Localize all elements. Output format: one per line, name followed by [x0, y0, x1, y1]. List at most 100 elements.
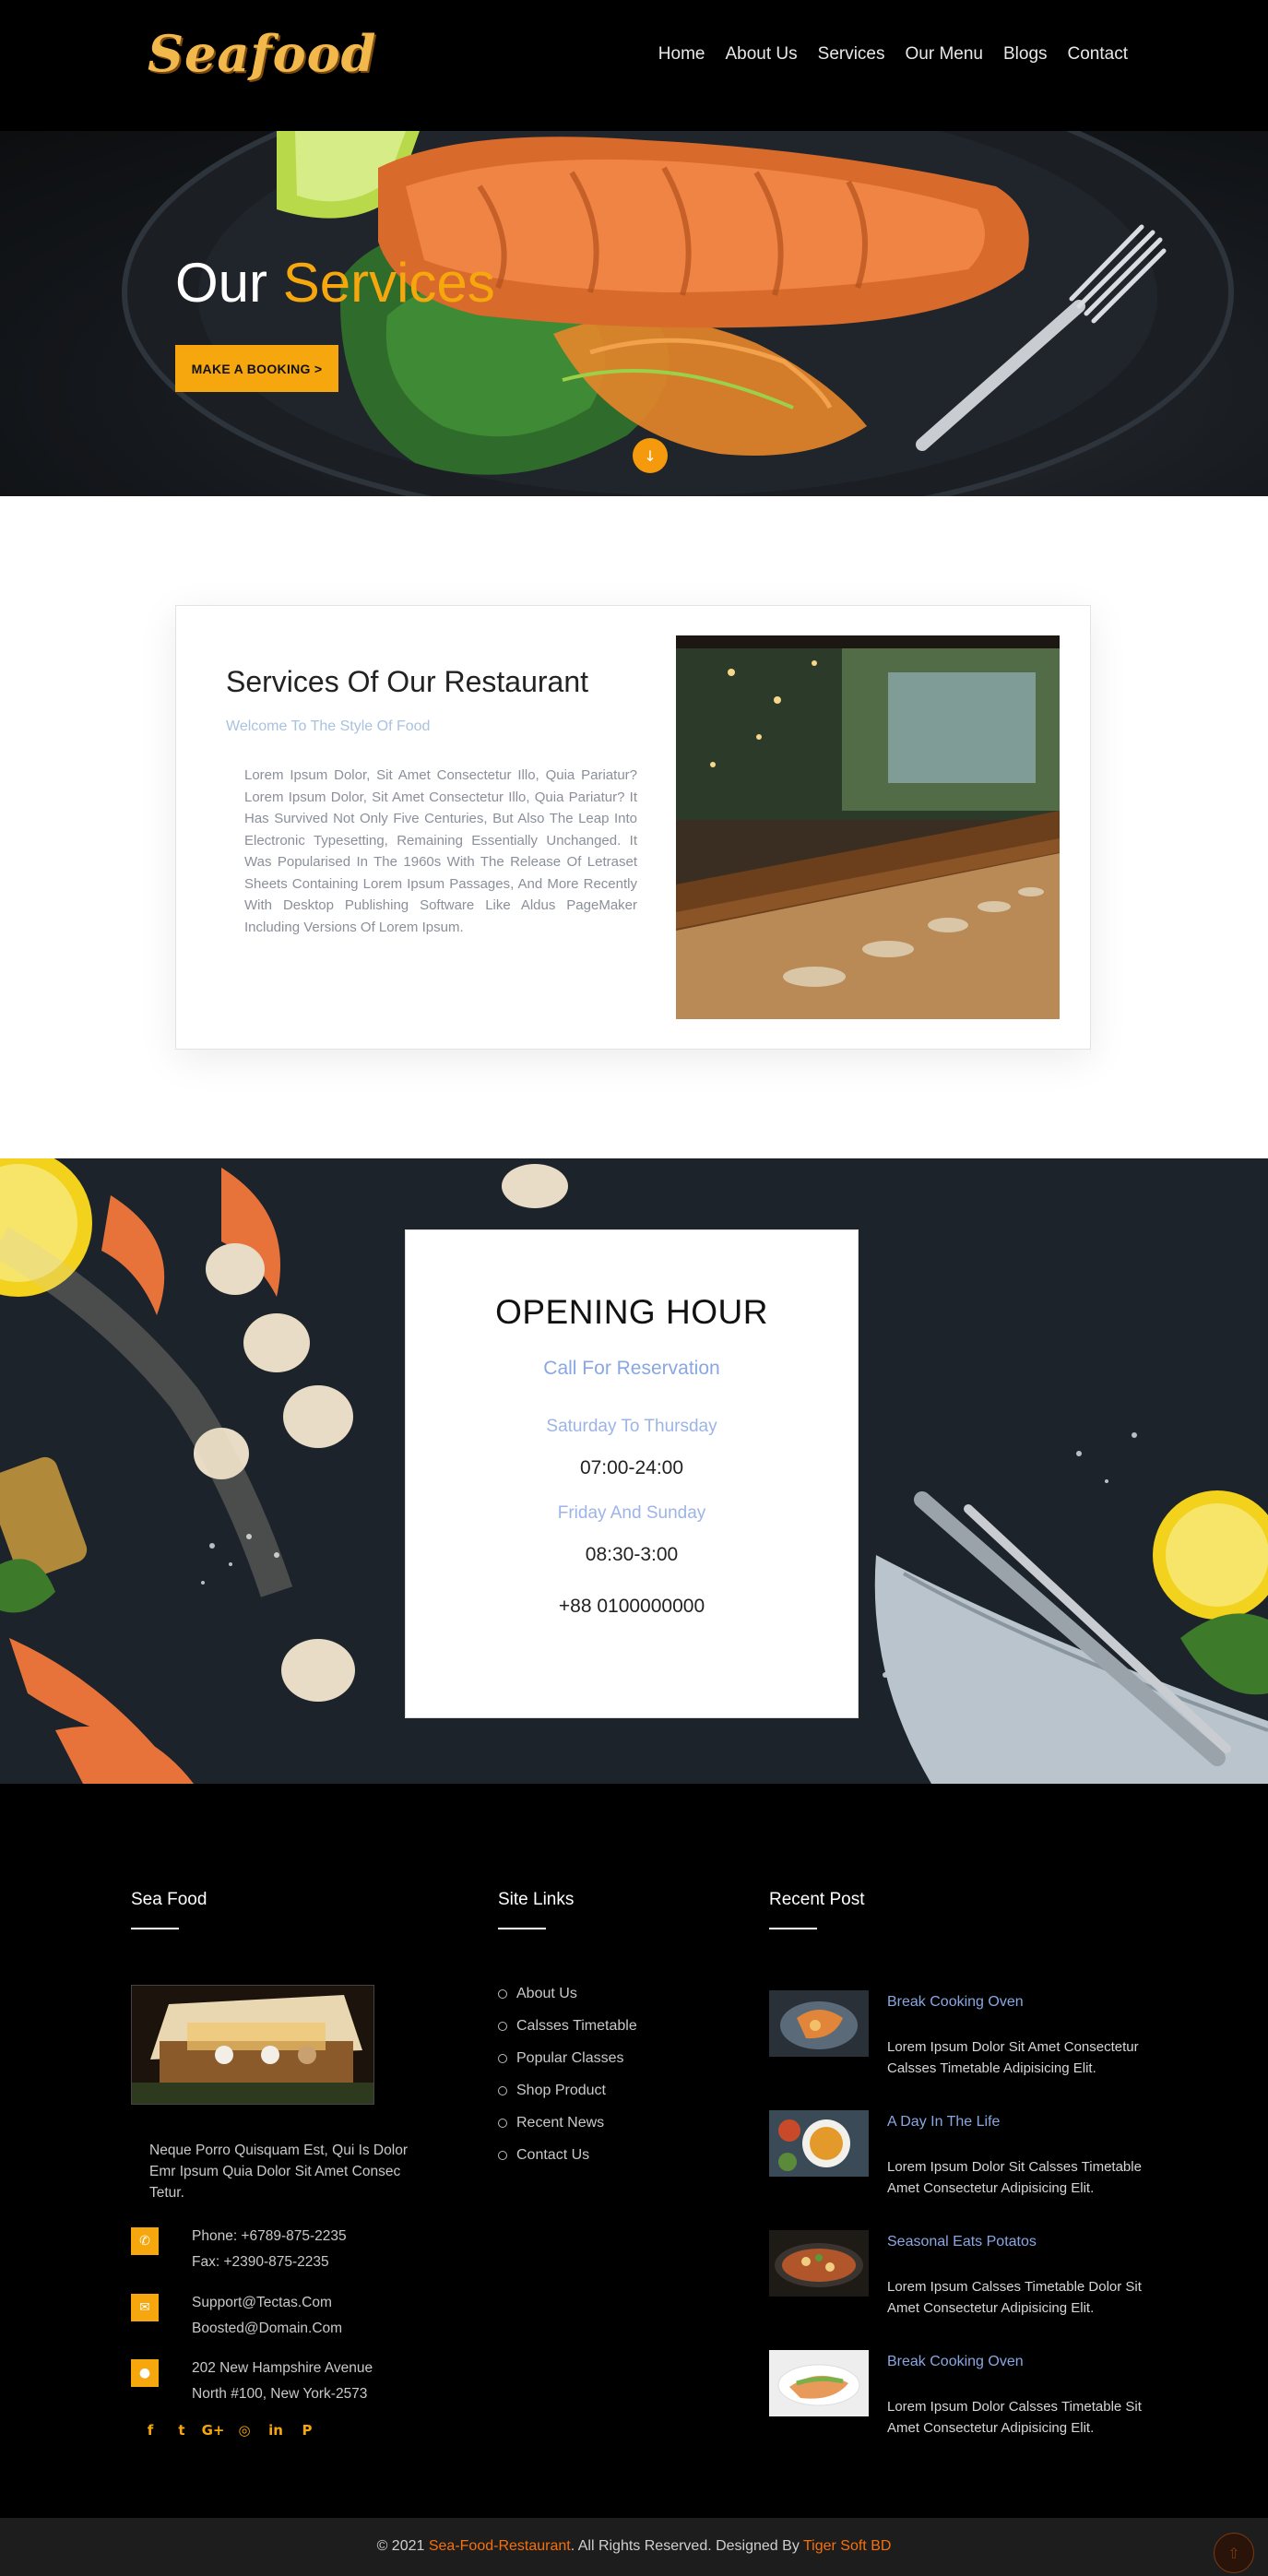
footer-col-title-seafood: Sea Food [131, 1890, 207, 1909]
weekday-hours: 07:00-24:00 [579, 1457, 684, 1478]
site-link-popular-classes[interactable]: Popular Classes [498, 2042, 637, 2074]
footer-divider [498, 1928, 546, 1929]
post-excerpt: Lorem Ipsum Dolor Calsses Timetable Sit … [887, 2399, 1142, 2436]
site-link-shop-product[interactable]: Shop Product [498, 2074, 637, 2107]
copyright-prefix: © 2021 [376, 2538, 429, 2554]
copyright-text: © 2021 Sea-Food-Restaurant. All Rights R… [0, 2538, 1268, 2555]
site-footer: Sea Food Neque Porro Quisquam Est, Qui I… [0, 1784, 1268, 2518]
bullet-icon [498, 2150, 507, 2160]
site-link-classes-timetable[interactable]: Calsses Timetable [498, 2010, 637, 2042]
site-link-about-us[interactable]: About Us [498, 1977, 637, 2010]
post-excerpt: Lorem Ipsum Dolor Sit Calsses Timetable … [887, 2159, 1142, 2196]
post-title[interactable]: Seasonal Eats Potatos [887, 2234, 1037, 2250]
reservation-phone[interactable]: +88 0100000000 [406, 1596, 858, 1618]
recent-post-item: Seasonal Eats Potatos Lorem Ipsum Calsse… [769, 2230, 1156, 2332]
footer-divider [769, 1928, 817, 1929]
footer-email-support[interactable]: Support@Tectas.Com [192, 2290, 342, 2316]
hero-title: Our Services [175, 251, 495, 315]
site-link-label: Recent News [516, 2114, 605, 2131]
post-excerpt: Lorem Ipsum Dolor Sit Amet Consectetur C… [887, 2039, 1139, 2076]
pinterest-icon[interactable]: P [299, 2422, 315, 2439]
services-description: Lorem Ipsum Dolor, Sit Amet Consectetur … [244, 767, 637, 935]
footer-fax: Fax: +2390-875-2235 [192, 2254, 329, 2270]
footer-email-boosted[interactable]: Boosted@Domain.Com [192, 2316, 342, 2342]
opening-hours-section: OPENING HOUR Call For Reservation Saturd… [0, 1158, 1268, 1784]
site-link-recent-news[interactable]: Recent News [498, 2107, 637, 2139]
opening-hours-title: OPENING HOUR [495, 1293, 768, 1331]
site-header: Seafood Home About Us Services Our Menu … [0, 0, 1268, 131]
site-link-label: Contact Us [516, 2146, 590, 2163]
google-plus-icon[interactable]: G+ [202, 2422, 225, 2439]
social-links: f t G+ ◎ in P [142, 2422, 315, 2439]
call-for-reservation[interactable]: Call For Reservation [406, 1358, 858, 1380]
footer-col-title-site-links: Site Links [498, 1890, 575, 1909]
site-link-label: Shop Product [516, 2082, 606, 2098]
bullet-icon [498, 2021, 507, 2031]
hero-title-accent: Services [282, 252, 495, 314]
services-subtitle: Welcome To The Style Of Food [226, 718, 431, 734]
chevron-down-icon: ↓ [644, 446, 657, 465]
footer-divider [131, 1928, 179, 1929]
linkedin-icon[interactable]: in [267, 2422, 284, 2439]
nav-our-menu[interactable]: Our Menu [906, 44, 983, 65]
post-thumbnail[interactable] [769, 1990, 869, 2057]
recent-post-item: Break Cooking Oven Lorem Ipsum Dolor Sit… [769, 1990, 1156, 2092]
location-icon: ● [131, 2359, 159, 2387]
services-title: Services Of Our Restaurant [226, 665, 589, 698]
copyright-site-link[interactable]: Sea-Food-Restaurant [429, 2538, 571, 2554]
post-thumbnail[interactable] [769, 2110, 869, 2177]
weekend-label: Friday And Sunday [557, 1503, 706, 1523]
scroll-down-button[interactable]: ↓ [633, 438, 668, 473]
footer-phone-block: ✆ Phone: +6789-875-2235 Fax: +2390-875-2… [131, 2224, 347, 2275]
recent-post-item: Break Cooking Oven Lorem Ipsum Dolor Cal… [769, 2350, 1156, 2451]
footer-address-block: ● 202 New Hampshire Avenue North #100, N… [131, 2356, 373, 2407]
restaurant-bar-image [676, 635, 1060, 1019]
footer-about-text: Neque Porro Quisquam Est, Qui Is Dolor E… [149, 2143, 408, 2201]
dribbble-icon[interactable]: ◎ [236, 2422, 253, 2439]
hero-banner: Our Services MAKE A BOOKING > ↓ [0, 131, 1268, 496]
facebook-icon[interactable]: f [142, 2422, 159, 2439]
mail-icon: ✉ [131, 2294, 159, 2321]
footer-address-line1: 202 New Hampshire Avenue [192, 2360, 373, 2376]
site-links-list: About Us Calsses Timetable Popular Class… [498, 1977, 637, 2171]
twitter-icon[interactable]: t [173, 2422, 190, 2439]
footer-phone[interactable]: Phone: +6789-875-2235 [192, 2224, 347, 2250]
opening-hours-card: OPENING HOUR Call For Reservation Saturd… [406, 1230, 858, 1717]
arrow-up-icon: ⇧ [1227, 2544, 1240, 2562]
post-title[interactable]: Break Cooking Oven [887, 1994, 1024, 2011]
back-to-top-button[interactable]: ⇧ [1214, 2533, 1254, 2573]
post-title[interactable]: Break Cooking Oven [887, 2354, 1024, 2370]
nav-about-us[interactable]: About Us [725, 44, 797, 65]
bullet-icon [498, 2118, 507, 2128]
post-title[interactable]: A Day In The Life [887, 2114, 1000, 2131]
weekday-label: Saturday To Thursday [546, 1417, 717, 1436]
footer-address-line2: North #100, New York-2573 [192, 2386, 368, 2402]
footer-email-block: ✉ Support@Tectas.Com Boosted@Domain.Com [131, 2290, 342, 2342]
hero-title-main: Our [175, 252, 268, 314]
phone-icon: ✆ [131, 2227, 159, 2255]
bullet-icon [498, 2085, 507, 2095]
site-link-label: Calsses Timetable [516, 2017, 637, 2034]
recent-post-item: A Day In The Life Lorem Ipsum Dolor Sit … [769, 2110, 1156, 2212]
site-link-label: About Us [516, 1985, 577, 2001]
bullet-icon [498, 2053, 507, 2063]
post-thumbnail[interactable] [769, 2230, 869, 2297]
copyright-middle: . All Rights Reserved. Designed By [570, 2538, 803, 2554]
copyright-bar: © 2021 Sea-Food-Restaurant. All Rights R… [0, 2518, 1268, 2576]
post-excerpt: Lorem Ipsum Calsses Timetable Dolor Sit … [887, 2279, 1142, 2316]
bullet-icon [498, 1988, 507, 1999]
footer-col-title-recent-post: Recent Post [769, 1890, 865, 1909]
main-nav: Home About Us Services Our Menu Blogs Co… [658, 44, 1128, 65]
restaurant-night-image [131, 1985, 374, 2105]
site-link-label: Popular Classes [516, 2049, 624, 2066]
site-link-contact-us[interactable]: Contact Us [498, 2139, 637, 2171]
copyright-designer-link[interactable]: Tiger Soft BD [803, 2538, 891, 2554]
post-thumbnail[interactable] [769, 2350, 869, 2416]
site-logo[interactable]: Seafood [148, 24, 376, 83]
nav-contact[interactable]: Contact [1068, 44, 1128, 65]
make-booking-button[interactable]: MAKE A BOOKING > [175, 345, 338, 392]
nav-blogs[interactable]: Blogs [1003, 44, 1048, 65]
nav-home[interactable]: Home [658, 44, 705, 65]
services-card: Services Of Our Restaurant Welcome To Th… [175, 605, 1091, 1050]
nav-services[interactable]: Services [818, 44, 885, 65]
